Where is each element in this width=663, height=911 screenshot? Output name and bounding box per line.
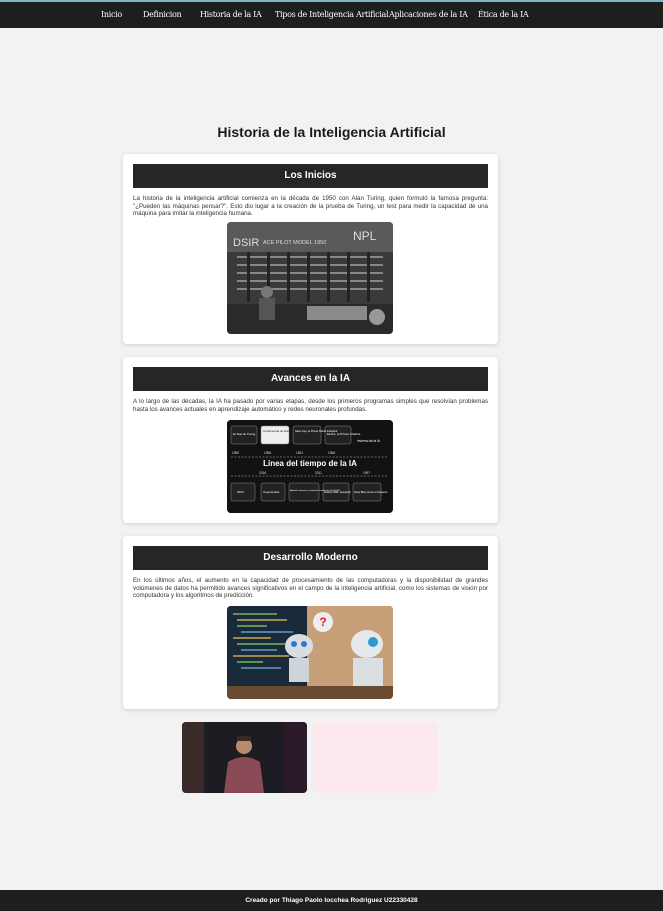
- nav-item-definicion[interactable]: Definicion: [143, 10, 182, 19]
- section-card-inicios: Los Inicios La historia de la inteligenc…: [123, 154, 498, 344]
- ai-timeline-image: El Test de Turing Conferencia de Dartmou…: [227, 420, 393, 513]
- timeline-box-9: Deep Blue vence a Kasparov: [354, 490, 388, 494]
- nav-item-inicio[interactable]: Inicio: [101, 10, 122, 19]
- timeline-box-2: Conferencia de Dartmouth: [263, 429, 299, 433]
- timeline-year-1: 1950: [232, 451, 239, 455]
- section-heading: Los Inicios: [133, 164, 488, 188]
- section-card-avances: Avances en la IA A lo largo de las décad…: [123, 357, 498, 523]
- timeline-box-1: El Test de Turing: [233, 432, 256, 436]
- section-heading: Avances en la IA: [133, 367, 488, 391]
- timeline-year-2: 1956: [264, 451, 271, 455]
- video-player-presenter[interactable]: [182, 722, 307, 793]
- top-nav-bar: Inicio Definicion Historia de la IA Tipo…: [0, 0, 663, 28]
- timeline-year-4: 1966: [328, 451, 335, 455]
- timeline-year-7: 1997: [363, 471, 370, 475]
- panel-label-npl: NPL: [353, 229, 377, 243]
- section-text: La historia de la inteligencia artificia…: [133, 195, 488, 218]
- video-player-blank[interactable]: [313, 722, 438, 793]
- panel-label-dsir: DSIR: [233, 237, 259, 249]
- question-sign: ?: [319, 615, 326, 629]
- nav-item-tipos[interactable]: Tipos de Inteligencia Artificial: [275, 10, 389, 19]
- nav-item-etica[interactable]: Ética de la IA: [478, 10, 529, 19]
- section-heading: Desarrollo Moderno: [133, 546, 488, 570]
- robot-illustration: ?: [227, 606, 393, 699]
- section-card-desarrollo: Desarrollo Moderno En los últimos años, …: [123, 536, 498, 709]
- timeline-box-6: IA generativa: [263, 490, 280, 494]
- timeline-box-4: ELIZA, el Primer Chatbot: [327, 432, 361, 436]
- section-text: En los últimos años, el aumento en la ca…: [133, 577, 488, 600]
- page-title: Historia de la Inteligencia Artificial: [217, 124, 446, 140]
- timeline-year-6: 2011: [315, 471, 322, 475]
- timeline-year-5: 2016: [259, 471, 266, 475]
- timeline-title: Linea del tiempo de la IA: [263, 459, 357, 468]
- timeline-year-3: 1961: [296, 451, 303, 455]
- ace-computer-photo: DSIR ACE PILOT MODEL 1950 NPL: [227, 222, 393, 334]
- section-text: A lo largo de las décadas, la IA ha pasa…: [133, 398, 488, 413]
- nav-menu: Inicio Definicion Historia de la IA Tipo…: [0, 2, 663, 28]
- timeline-box-5: 2023: [237, 490, 244, 494]
- footer: Creado por Thiago Paolo Iocchea Rodrigue…: [0, 890, 663, 911]
- timeline-box-8: Watson IBM: Jeopardy!: [324, 490, 351, 494]
- panel-label-ace: ACE PILOT MODEL 1950: [263, 240, 326, 246]
- nav-item-historia[interactable]: Historia de la IA: [200, 10, 262, 19]
- nav-item-aplicaciones[interactable]: Aplicaciones de la IA: [389, 10, 468, 19]
- timeline-side-label: Invierno de la IA: [357, 439, 381, 443]
